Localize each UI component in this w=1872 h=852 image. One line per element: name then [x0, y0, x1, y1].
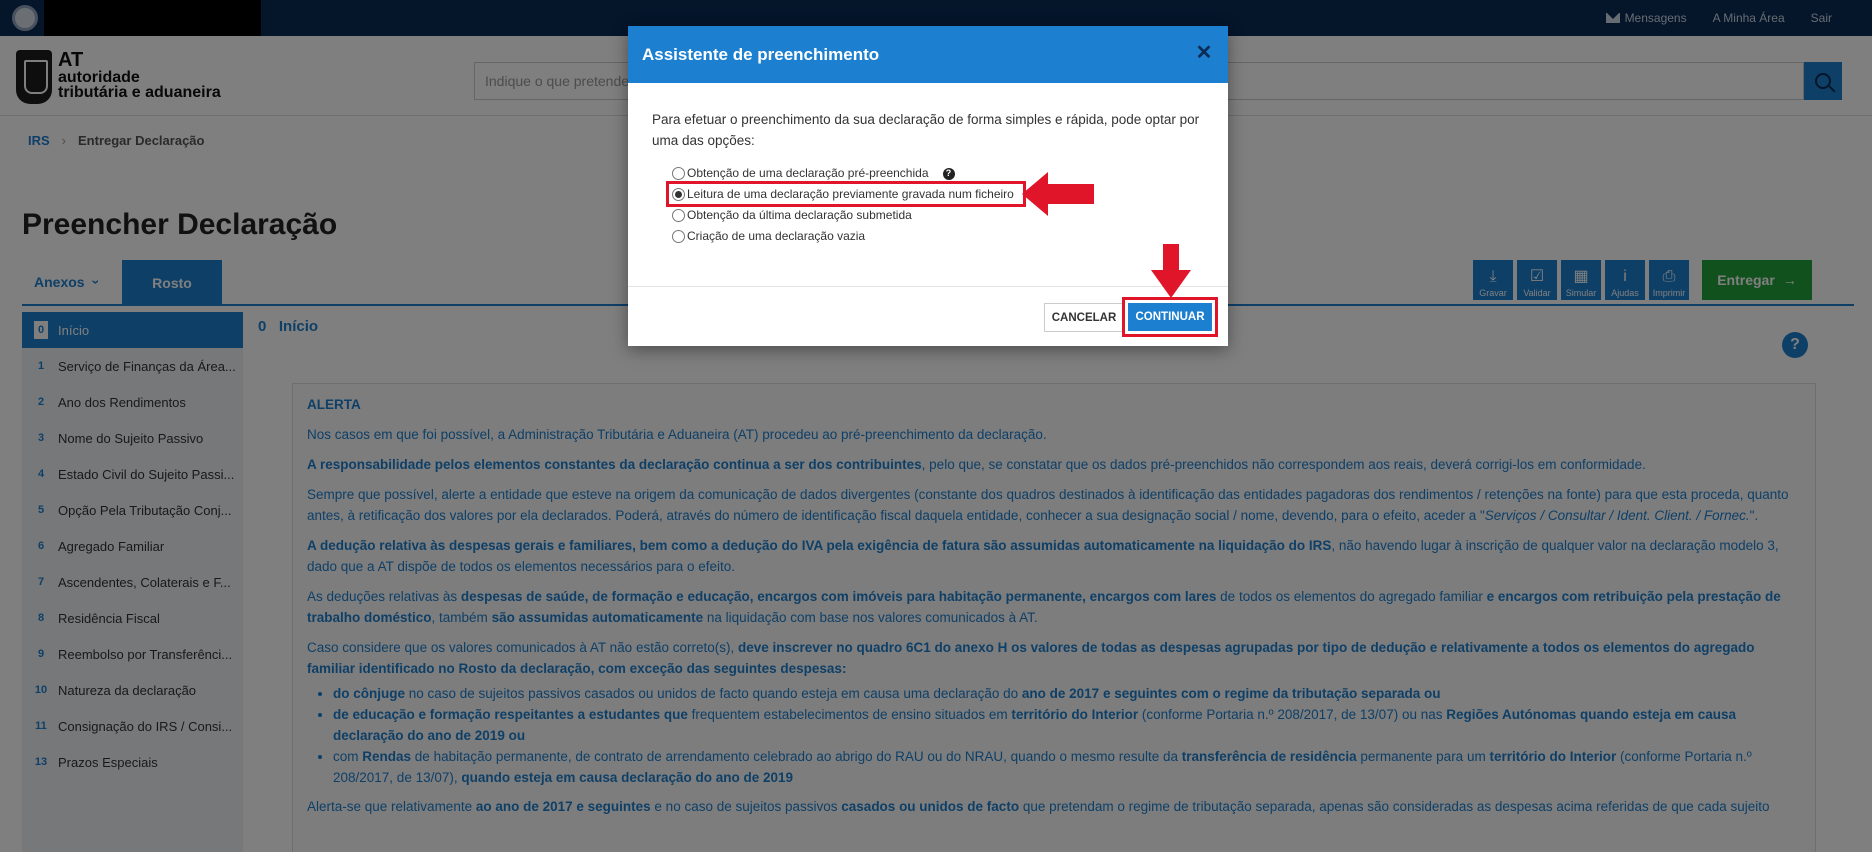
arrow-left-icon — [1022, 172, 1094, 216]
radio-empty[interactable] — [672, 230, 685, 243]
dialog-intro: Para efetuar o preenchimento da sua decl… — [652, 112, 1200, 148]
dialog-header: Assistente de preenchimento ✕ — [628, 26, 1228, 83]
cancel-button[interactable]: CANCELAR — [1044, 303, 1124, 332]
help-icon[interactable]: ? — [942, 167, 955, 180]
option-last-submitted[interactable]: Obtenção da última declaração submetida — [672, 205, 1204, 226]
continue-button[interactable]: CONTINUAR — [1128, 303, 1212, 331]
dialog-body: Para efetuar o preenchimento da sua decl… — [628, 83, 1228, 247]
close-icon[interactable]: ✕ — [1194, 43, 1214, 63]
option-empty[interactable]: Criação de uma declaração vazia — [672, 226, 1204, 247]
arrow-down-icon — [1151, 244, 1191, 298]
dialog-title: Assistente de preenchimento — [642, 44, 880, 64]
continue-highlight: CONTINUAR — [1122, 297, 1218, 337]
radio-last-submitted[interactable] — [672, 209, 685, 222]
fill-assistant-dialog: Assistente de preenchimento ✕ Para efetu… — [628, 26, 1228, 346]
dialog-footer: CANCELAR CONTINUAR — [628, 286, 1228, 346]
radio-prefilled[interactable] — [672, 167, 685, 180]
highlight-box — [666, 181, 1026, 207]
